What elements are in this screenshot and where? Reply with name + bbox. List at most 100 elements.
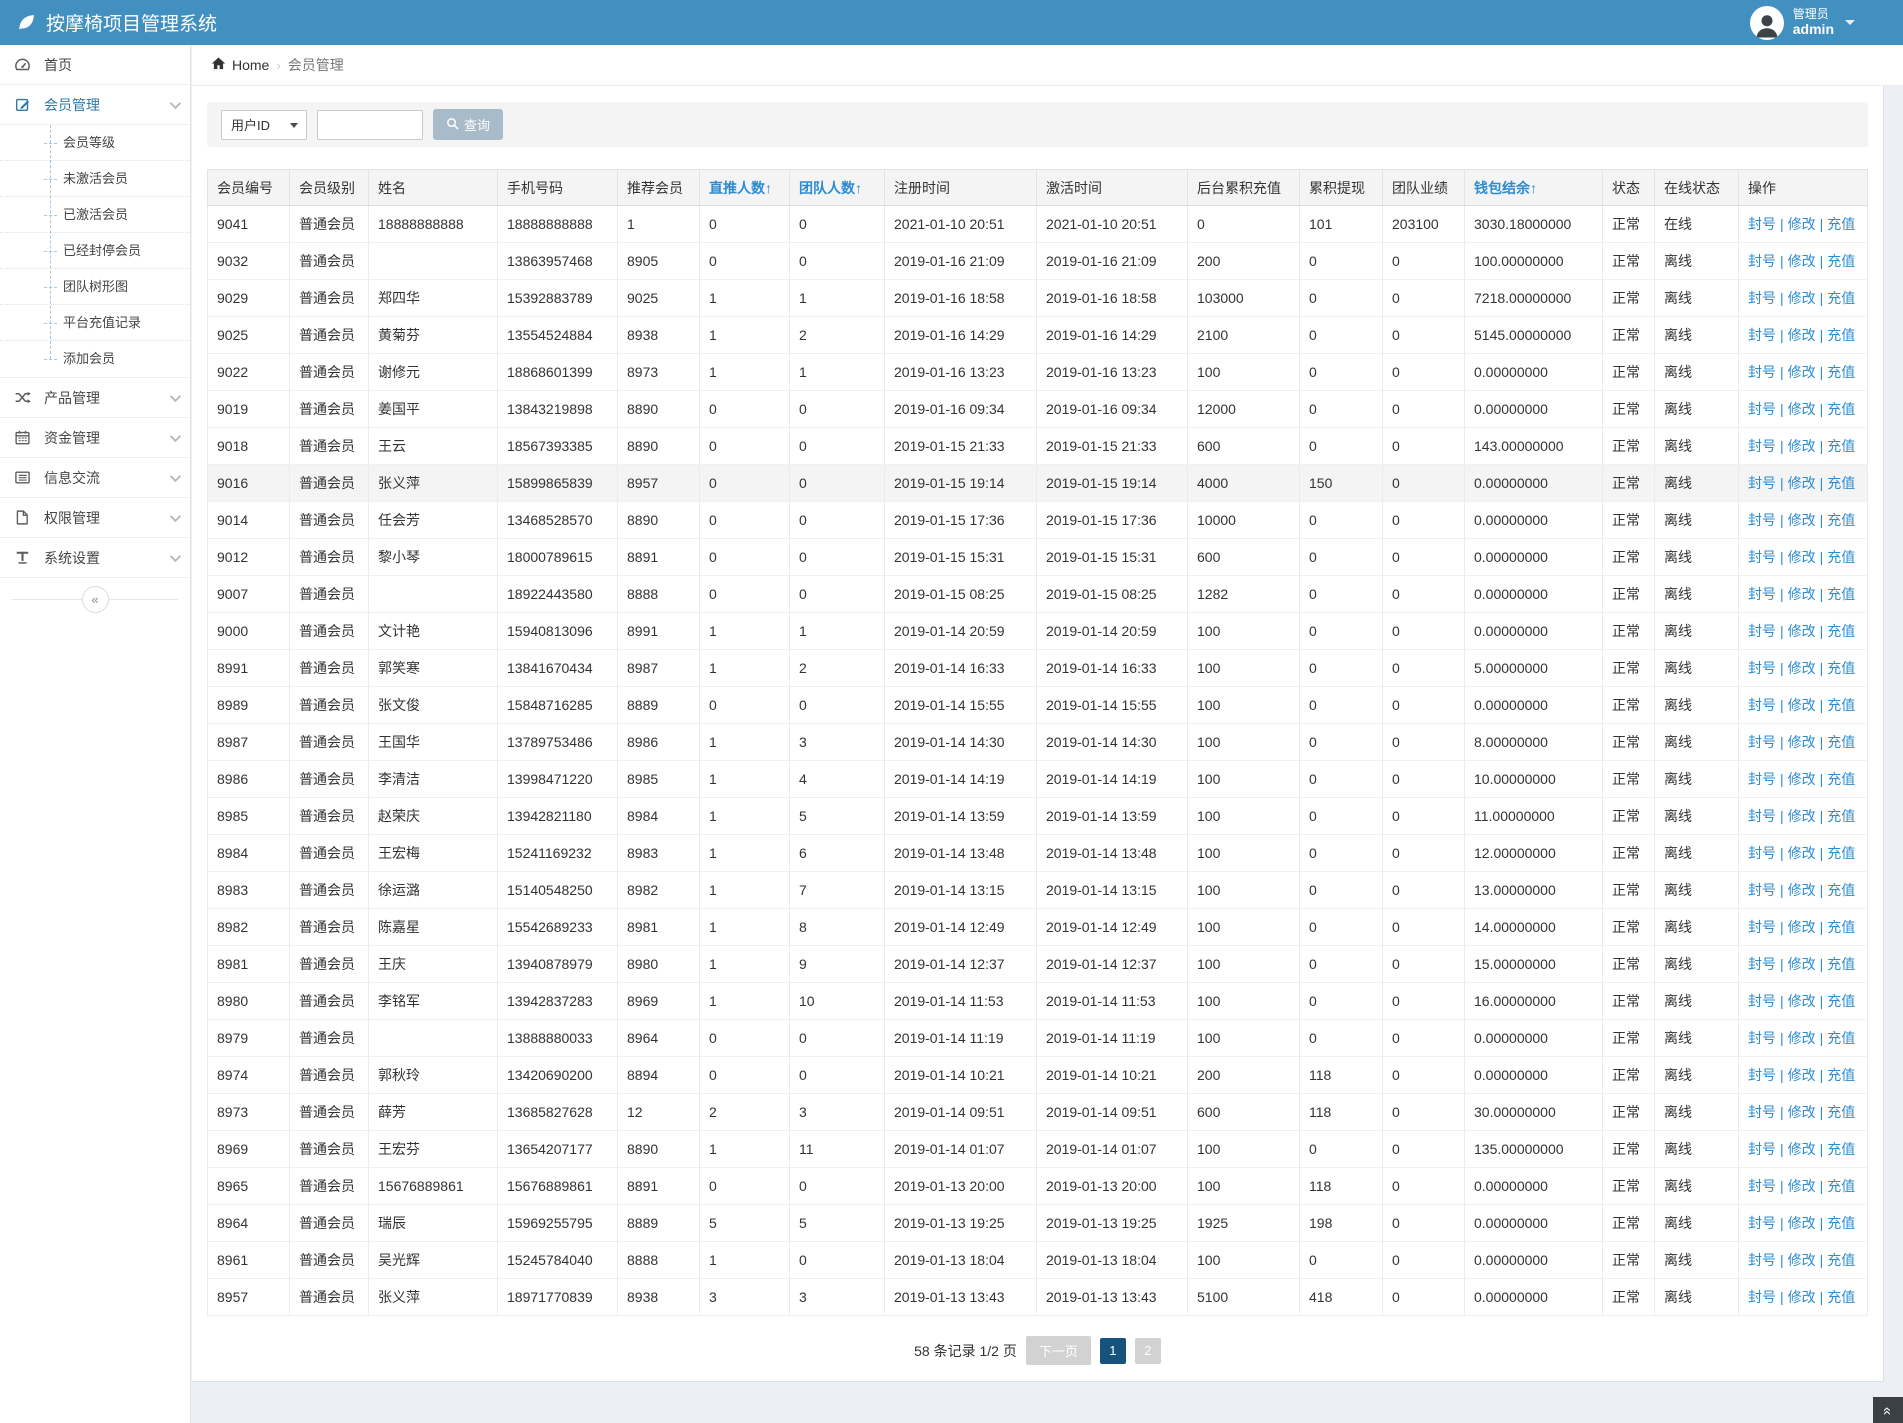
cell-direct[interactable]: 5 [699,1204,790,1242]
sidebar-subitem-team-tree[interactable]: 团队树形图 [0,269,190,305]
ban-link[interactable]: 封号 [1748,586,1776,602]
cell-direct[interactable]: 1 [699,945,790,983]
cell-id[interactable]: 8986 [207,760,290,798]
page-button-2[interactable]: 2 [1134,1337,1161,1364]
cell-direct[interactable]: 1 [699,649,790,687]
cell-referrer[interactable]: 8890 [617,1130,700,1168]
sidebar-item-fund-management[interactable]: 资金管理 [0,418,190,458]
recharge-link[interactable]: 充值 [1827,290,1855,306]
ban-link[interactable]: 封号 [1748,438,1776,454]
modify-link[interactable]: 修改 [1788,1178,1816,1194]
modify-link[interactable]: 修改 [1788,327,1816,343]
cell-referrer[interactable]: 8986 [617,723,700,761]
sidebar-subitem-inactive-members[interactable]: 未激活会员 [0,161,190,197]
cell-id[interactable]: 9018 [207,427,290,465]
recharge-link[interactable]: 充值 [1827,1289,1855,1305]
cell-id[interactable]: 8974 [207,1056,290,1094]
cell-direct[interactable]: 3 [699,1278,790,1316]
modify-link[interactable]: 修改 [1788,919,1816,935]
ban-link[interactable]: 封号 [1748,734,1776,750]
ban-link[interactable]: 封号 [1748,808,1776,824]
cell-id[interactable]: 8964 [207,1204,290,1242]
modify-link[interactable]: 修改 [1788,956,1816,972]
recharge-link[interactable]: 充值 [1827,993,1855,1009]
modify-link[interactable]: 修改 [1788,697,1816,713]
recharge-link[interactable]: 充值 [1827,697,1855,713]
cell-id[interactable]: 8980 [207,982,290,1020]
cell-direct[interactable]: 1 [699,316,790,354]
cell-direct[interactable]: 1 [699,871,790,909]
recharge-link[interactable]: 充值 [1827,1252,1855,1268]
recharge-link[interactable]: 充值 [1827,512,1855,528]
cell-direct[interactable]: 1 [699,760,790,798]
modify-link[interactable]: 修改 [1788,1104,1816,1120]
cell-id[interactable]: 8957 [207,1278,290,1316]
ban-link[interactable]: 封号 [1748,993,1776,1009]
cell-direct[interactable]: 1 [699,723,790,761]
recharge-link[interactable]: 充值 [1827,1141,1855,1157]
modify-link[interactable]: 修改 [1788,734,1816,750]
recharge-link[interactable]: 充值 [1827,845,1855,861]
cell-direct[interactable]: 1 [699,612,790,650]
ban-link[interactable]: 封号 [1748,1067,1776,1083]
cell-direct[interactable]: 0 [699,242,790,280]
ban-link[interactable]: 封号 [1748,401,1776,417]
cell-id[interactable]: 8969 [207,1130,290,1168]
recharge-link[interactable]: 充值 [1827,1030,1855,1046]
cell-id[interactable]: 9000 [207,612,290,650]
cell-id[interactable]: 9025 [207,316,290,354]
recharge-link[interactable]: 充值 [1827,475,1855,491]
modify-link[interactable]: 修改 [1788,1252,1816,1268]
cell-referrer[interactable]: 8889 [617,686,700,724]
modify-link[interactable]: 修改 [1788,1030,1816,1046]
modify-link[interactable]: 修改 [1788,512,1816,528]
cell-referrer[interactable]: 8984 [617,797,700,835]
cell-id[interactable]: 9022 [207,353,290,391]
col-header-wallet[interactable]: 钱包结余↑ [1464,169,1603,206]
cell-referrer[interactable]: 8964 [617,1019,700,1057]
modify-link[interactable]: 修改 [1788,623,1816,639]
recharge-link[interactable]: 充值 [1827,956,1855,972]
sidebar-subitem-platform-recharge-records[interactable]: 平台充值记录 [0,305,190,341]
recharge-link[interactable]: 充值 [1827,623,1855,639]
ban-link[interactable]: 封号 [1748,475,1776,491]
recharge-link[interactable]: 充值 [1827,549,1855,565]
recharge-link[interactable]: 充值 [1827,401,1855,417]
cell-direct[interactable]: 1 [699,353,790,391]
sidebar-item-home[interactable]: 首页 [0,45,190,85]
cell-id[interactable]: 8987 [207,723,290,761]
modify-link[interactable]: 修改 [1788,660,1816,676]
cell-direct[interactable]: 0 [699,427,790,465]
recharge-link[interactable]: 充值 [1827,327,1855,343]
sidebar-item-system-settings[interactable]: 系统设置 [0,538,190,578]
cell-direct[interactable]: 1 [699,279,790,317]
ban-link[interactable]: 封号 [1748,1030,1776,1046]
recharge-link[interactable]: 充值 [1827,586,1855,602]
cell-referrer[interactable]: 8905 [617,242,700,280]
cell-direct[interactable]: 0 [699,686,790,724]
cell-referrer[interactable]: 8973 [617,353,700,391]
cell-direct[interactable]: 0 [699,390,790,428]
recharge-link[interactable]: 充值 [1827,1067,1855,1083]
modify-link[interactable]: 修改 [1788,475,1816,491]
modify-link[interactable]: 修改 [1788,438,1816,454]
modify-link[interactable]: 修改 [1788,882,1816,898]
cell-id[interactable]: 8973 [207,1093,290,1131]
ban-link[interactable]: 封号 [1748,512,1776,528]
ban-link[interactable]: 封号 [1748,660,1776,676]
cell-id[interactable]: 8982 [207,908,290,946]
recharge-link[interactable]: 充值 [1827,734,1855,750]
cell-id[interactable]: 8961 [207,1241,290,1279]
cell-referrer[interactable]: 8938 [617,1278,700,1316]
sidebar-subitem-banned-members[interactable]: 已经封停会员 [0,233,190,269]
cell-id[interactable]: 9014 [207,501,290,539]
ban-link[interactable]: 封号 [1748,364,1776,380]
cell-id[interactable]: 9019 [207,390,290,428]
ban-link[interactable]: 封号 [1748,956,1776,972]
recharge-link[interactable]: 充值 [1827,253,1855,269]
next-page-button[interactable]: 下一页 [1025,1336,1091,1365]
modify-link[interactable]: 修改 [1788,401,1816,417]
modify-link[interactable]: 修改 [1788,771,1816,787]
cell-direct[interactable]: 2 [699,1093,790,1131]
query-button[interactable]: 查询 [433,109,504,140]
